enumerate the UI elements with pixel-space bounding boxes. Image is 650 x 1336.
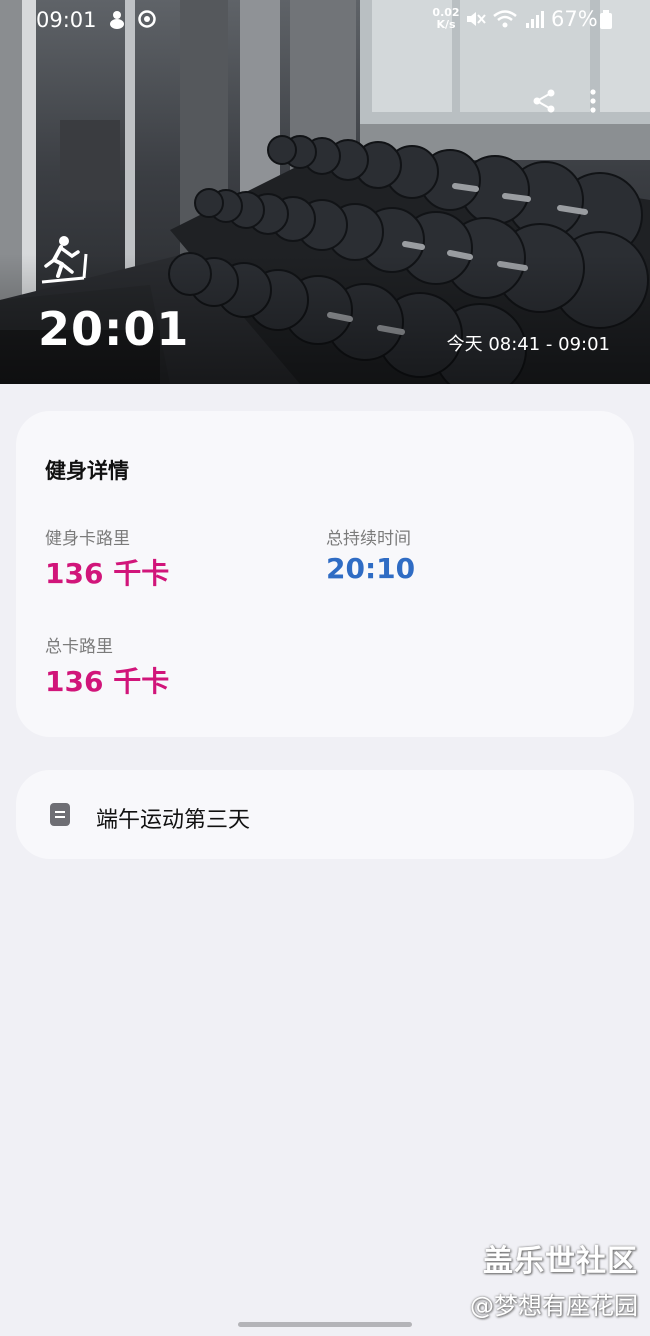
share-icon[interactable] [529, 86, 559, 116]
wifi-icon [493, 10, 517, 28]
treadmill-icon [41, 236, 88, 284]
signal-icon [526, 11, 544, 28]
network-speed-unit: K/s [436, 18, 456, 31]
battery-percentage: 67% [551, 7, 598, 31]
battery-icon [600, 10, 612, 29]
total-calories-label: 总卡路里 [45, 637, 113, 657]
more-vert-icon[interactable] [578, 86, 608, 116]
workout-note-card[interactable]: 端午运动第三天 [16, 770, 634, 859]
status-bar: 09:01 0.02 K/s 67% [0, 0, 650, 40]
notification-person-icon [110, 11, 124, 29]
workout-calories-label: 健身卡路里 [45, 529, 130, 549]
workout-calories-value: 136 千卡 [45, 557, 170, 590]
total-duration-value: 20:10 [326, 552, 416, 585]
mute-icon [467, 12, 486, 26]
workout-note-text: 端午运动第三天 [96, 808, 251, 833]
watermark-community: 盖乐世社区 [483, 1244, 638, 1279]
details-title: 健身详情 [45, 459, 129, 483]
workout-hero-image: 09:01 0.02 K/s 67% 20:01 今天 08:41 - 09:0… [0, 0, 650, 384]
total-calories-value: 136 千卡 [45, 665, 170, 698]
workout-time-range: 今天 08:41 - 09:01 [446, 334, 610, 355]
workout-duration: 20:01 [38, 302, 190, 356]
notification-sync-icon [138, 10, 156, 28]
home-indicator[interactable] [238, 1322, 412, 1327]
network-speed: 0.02 K/s [431, 7, 461, 31]
note-icon [50, 803, 70, 826]
workout-details-card: 健身详情 健身卡路里 136 千卡 总持续时间 20:10 总卡路里 136 千… [16, 411, 634, 737]
total-duration-label: 总持续时间 [326, 529, 411, 549]
watermark-author: @梦想有座花园 [470, 1292, 638, 1320]
status-time: 09:01 [36, 8, 97, 32]
